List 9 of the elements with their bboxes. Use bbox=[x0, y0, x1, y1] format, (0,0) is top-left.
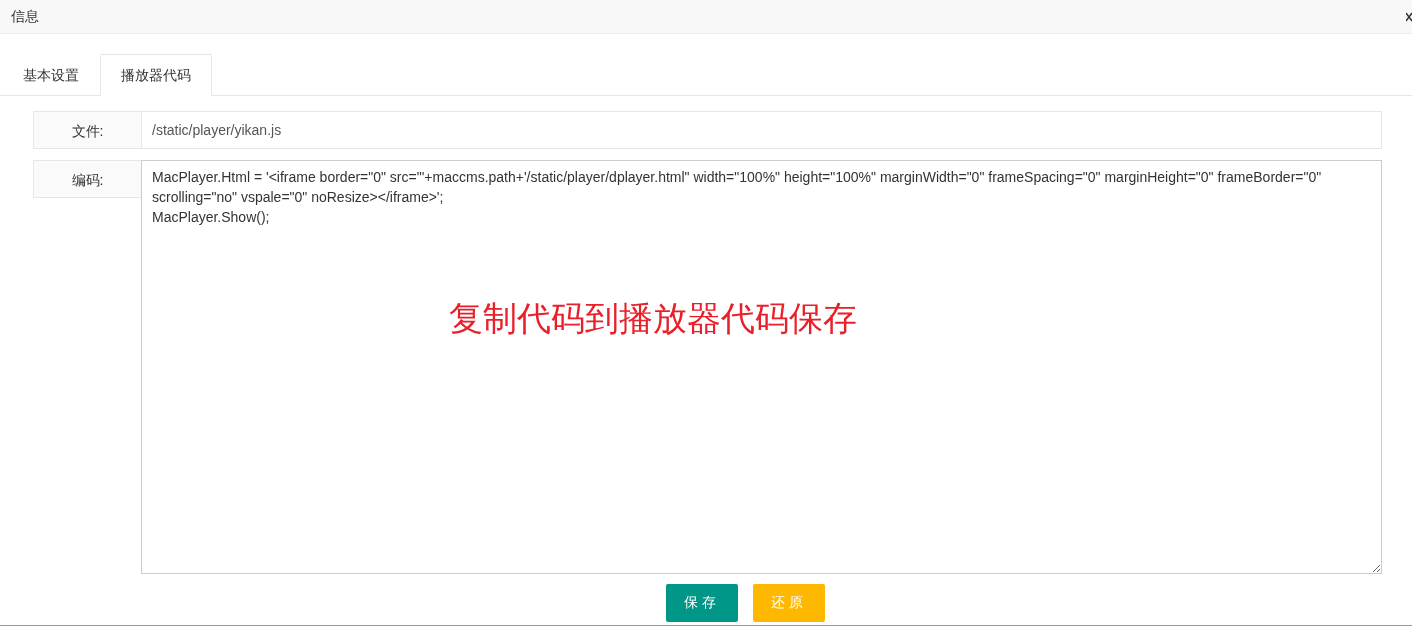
file-path-field[interactable]: /static/player/yikan.js bbox=[141, 111, 1382, 149]
annotation-text: 复制代码到播放器代码保存 bbox=[449, 298, 857, 339]
field-label: 文件: bbox=[33, 111, 141, 149]
dialog-title: 信息 bbox=[11, 7, 39, 26]
close-icon[interactable] bbox=[1406, 11, 1412, 22]
field-label: 编码: bbox=[33, 160, 141, 198]
tab[interactable]: 播放器代码 bbox=[100, 54, 212, 96]
tab[interactable]: 基本设置 bbox=[2, 54, 100, 96]
action-button[interactable]: 保存 bbox=[666, 584, 738, 622]
